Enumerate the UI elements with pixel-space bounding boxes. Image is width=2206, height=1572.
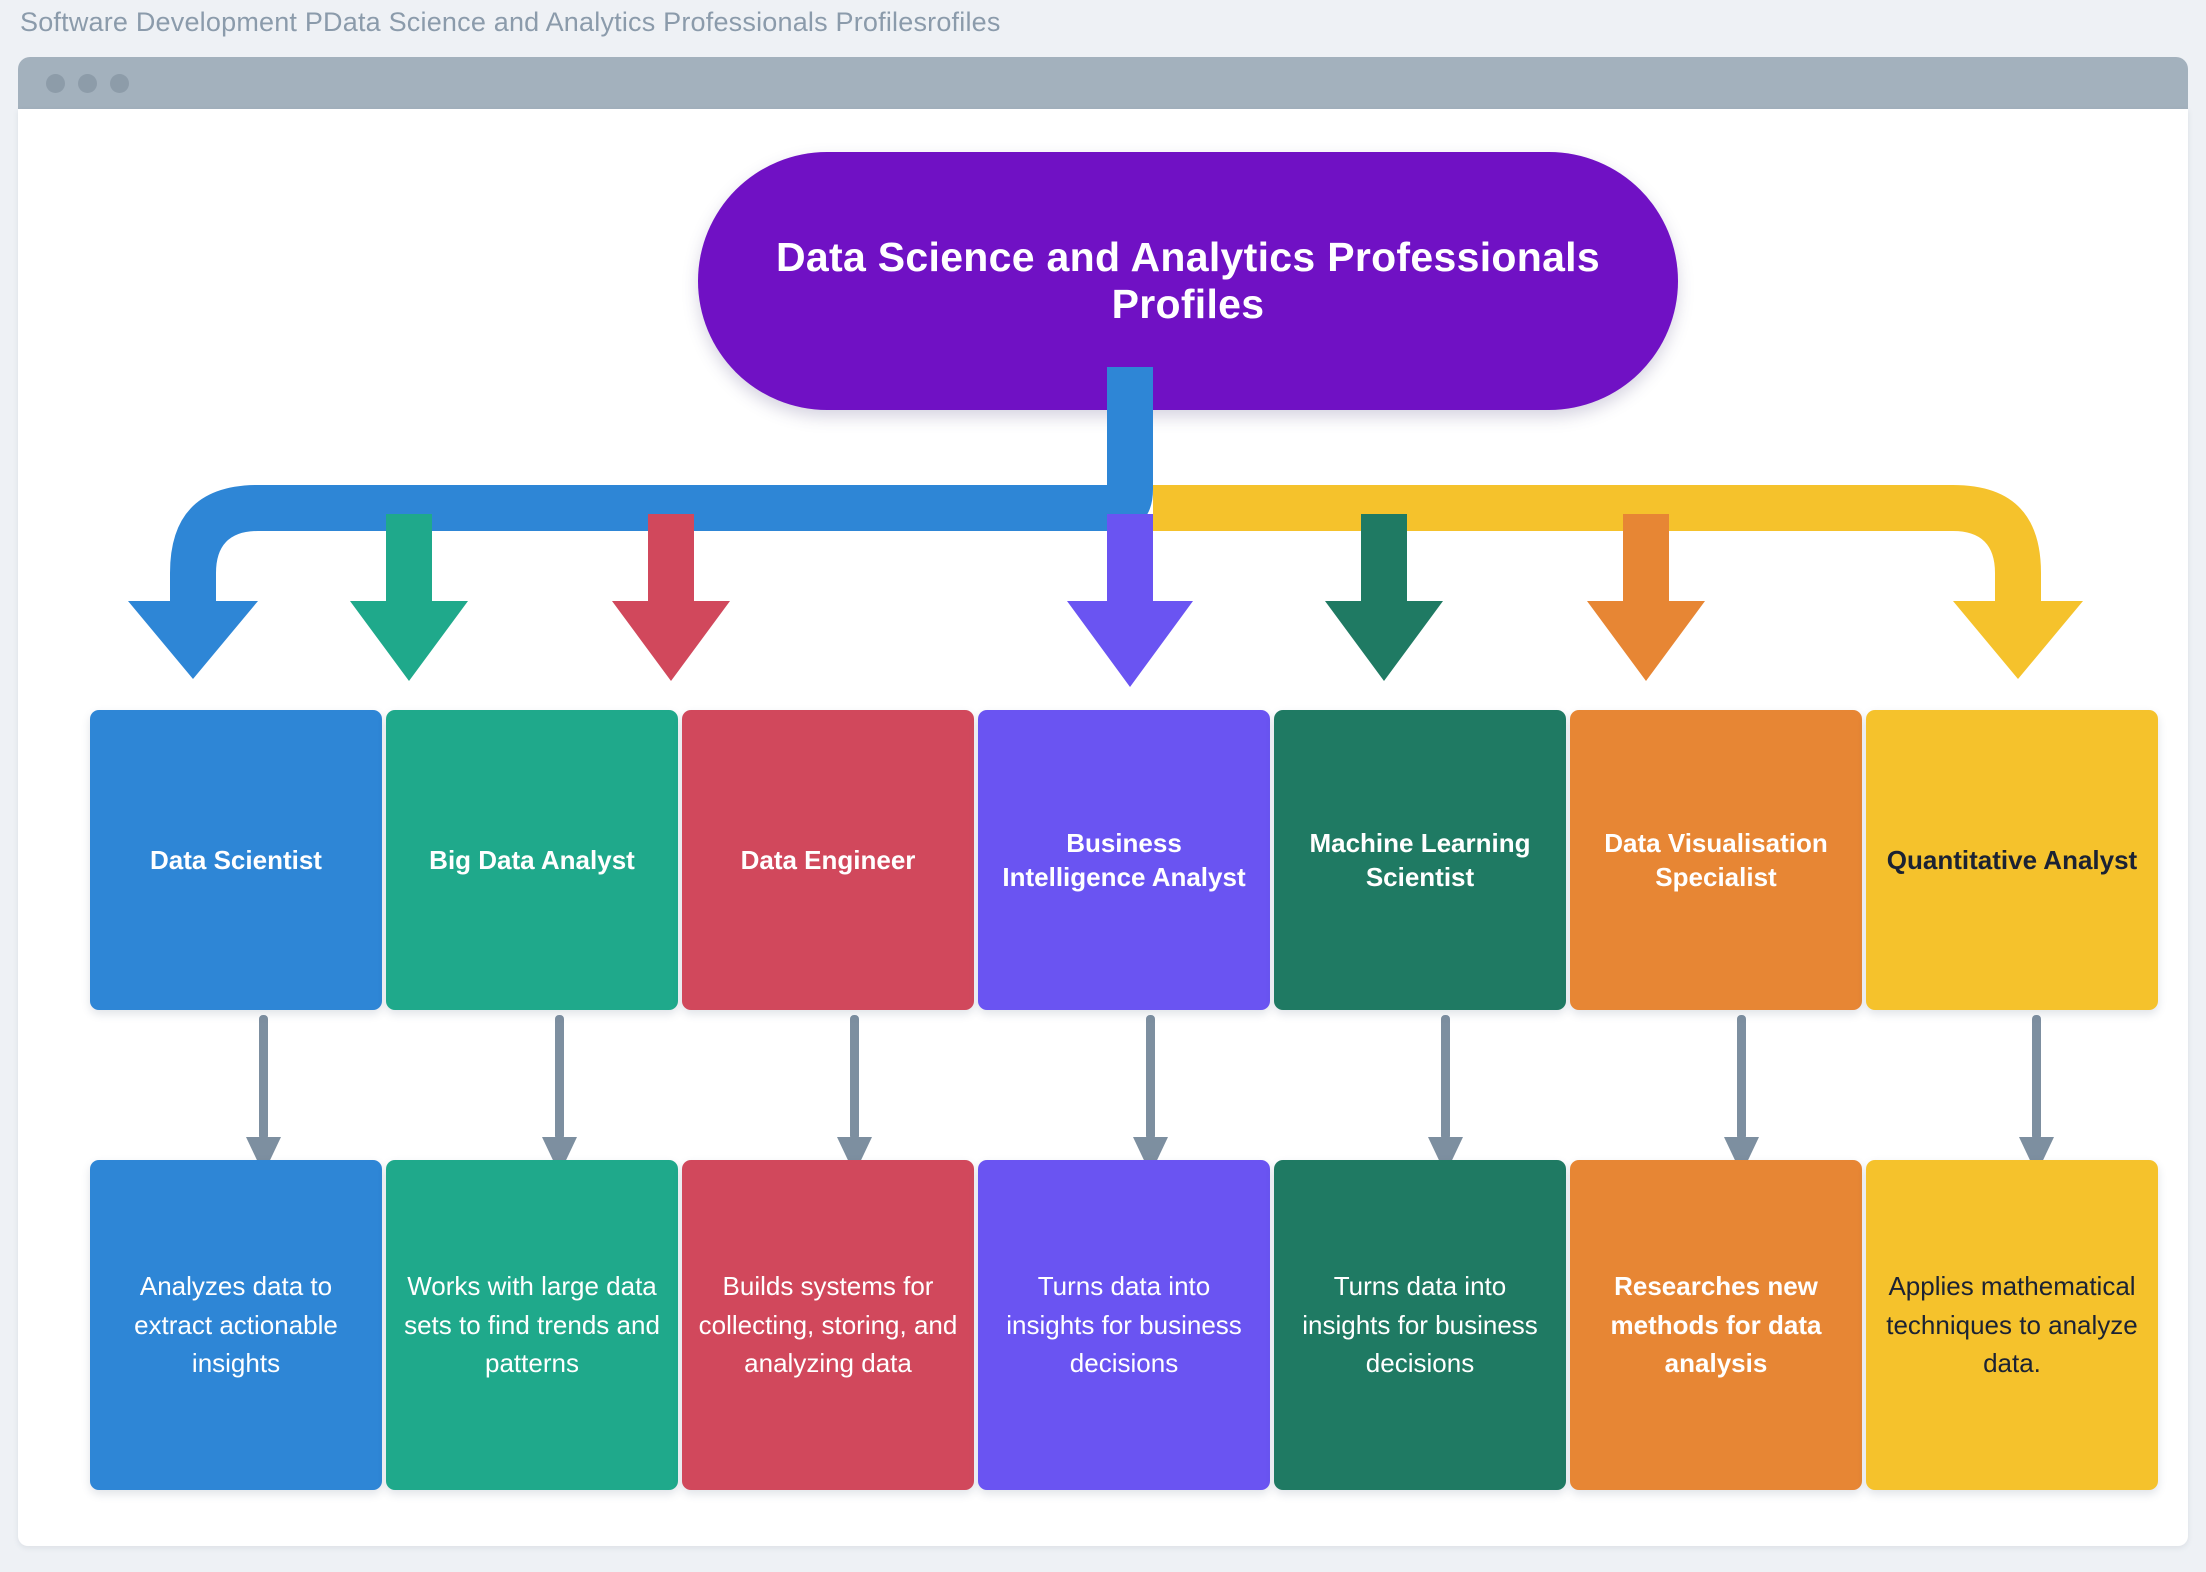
description-card-label: Turns data into insights for business de… (1006, 1271, 1242, 1379)
root-node-label: Data Science and Analytics Professionals… (776, 234, 1600, 327)
description-card-label: Works with large data sets to find trend… (404, 1271, 660, 1379)
role-card-label: Business Intelligence Analyst (1002, 827, 1246, 892)
description-card[interactable]: Turns data into insights for business de… (1274, 1160, 1566, 1490)
close-dot-icon[interactable] (46, 74, 65, 93)
role-card[interactable]: Machine Learning Scientist (1274, 710, 1566, 1010)
row-connector-arrows (246, 1015, 2054, 1174)
role-card[interactable]: Data Engineer (682, 710, 974, 1010)
root-node[interactable]: Data Science and Analytics Professionals… (698, 152, 1678, 410)
role-card-label: Data Visualisation Specialist (1604, 827, 1828, 892)
role-card-label: Data Engineer (740, 844, 916, 875)
role-card-label: Quantitative Analyst (1886, 844, 2138, 875)
description-card-label: Builds systems for collecting, storing, … (698, 1271, 958, 1379)
description-card[interactable]: Researches new methods for data analysis (1570, 1160, 1862, 1490)
description-card[interactable]: Analyzes data to extract actionable insi… (90, 1160, 382, 1490)
window-title: Software Development PData Science and A… (20, 7, 1001, 37)
description-card[interactable]: Applies mathematical techniques to analy… (1866, 1160, 2158, 1490)
drop-arrow-6 (1587, 514, 1705, 681)
screenshot-root: Software Development PData Science and A… (0, 0, 2206, 1572)
role-card-label: Big Data Analyst (429, 844, 635, 875)
role-card[interactable]: Big Data Analyst (386, 710, 678, 1010)
role-card-label: Machine Learning Scientist (1309, 827, 1531, 892)
diagram-canvas: Data Science and Analytics Professionals… (18, 109, 2188, 1546)
description-card[interactable]: Builds systems for collecting, storing, … (682, 1160, 974, 1490)
role-card[interactable]: Quantitative Analyst (1866, 710, 2158, 1010)
minimize-dot-icon[interactable] (78, 74, 97, 93)
description-card-label: Turns data into insights for business de… (1302, 1271, 1538, 1379)
description-card-row: Analyzes data to extract actionable insi… (90, 1160, 2158, 1490)
drop-arrow-3 (612, 514, 730, 681)
description-card-label: Researches new methods for data analysis (1610, 1271, 1822, 1379)
drop-arrow-4 (1067, 514, 1193, 687)
connector-blue-left (128, 367, 1153, 679)
role-card[interactable]: Data Scientist (90, 710, 382, 1010)
description-card-label: Analyzes data to extract actionable insi… (134, 1271, 338, 1379)
role-card[interactable]: Data Visualisation Specialist (1570, 710, 1862, 1010)
description-card[interactable]: Works with large data sets to find trend… (386, 1160, 678, 1490)
description-card[interactable]: Turns data into insights for business de… (978, 1160, 1270, 1490)
description-card-label: Applies mathematical techniques to analy… (1886, 1271, 2138, 1379)
role-card[interactable]: Business Intelligence Analyst (978, 710, 1270, 1010)
window-titlebar (18, 57, 2188, 109)
role-card-row: Data Scientist Big Data Analyst Data Eng… (90, 710, 2158, 1010)
role-card-label: Data Scientist (150, 844, 322, 875)
drop-arrow-5 (1325, 514, 1443, 681)
maximize-dot-icon[interactable] (110, 74, 129, 93)
drop-arrow-2 (350, 514, 468, 681)
connector-yellow-right (1153, 485, 2083, 679)
